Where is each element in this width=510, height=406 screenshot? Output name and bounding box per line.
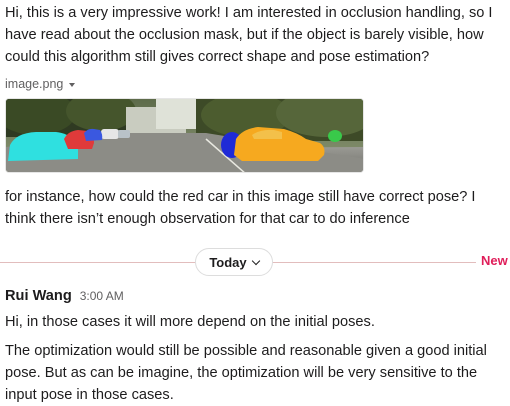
day-label: Today (209, 254, 247, 270)
reply-header: Rui Wang 3:00 AM (5, 288, 124, 304)
question-message-text: Hi, this is a very impressive work! I am… (5, 5, 493, 65)
new-messages-label: New (481, 253, 508, 268)
message-timestamp[interactable]: 3:00 AM (80, 289, 124, 303)
attachment-filename: image.png (5, 77, 64, 91)
attachment-toggle[interactable]: image.png (5, 77, 76, 91)
followup-message-text: for instance, how could the red car in t… (5, 189, 476, 227)
street-scene-image (6, 99, 363, 172)
attached-image[interactable] (5, 98, 364, 173)
caret-down-icon (69, 82, 76, 87)
reply-paragraph-1: Hi, in those cases it will more depend o… (5, 314, 375, 330)
sender-name[interactable]: Rui Wang (5, 288, 72, 304)
day-jump-button[interactable]: Today (195, 248, 273, 276)
reply-paragraph-2: The optimization would still be possible… (5, 343, 487, 403)
chevron-down-icon (251, 256, 260, 265)
